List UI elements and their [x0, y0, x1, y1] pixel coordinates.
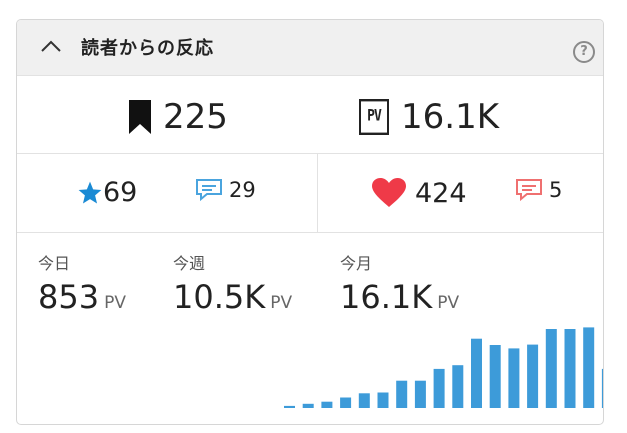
reactions-row: 69 29 424 5: [17, 154, 603, 233]
chart-bar: [545, 329, 557, 408]
comment-icon: [196, 179, 222, 202]
star-comment-count[interactable]: 29: [195, 177, 256, 203]
chart-bar: [452, 365, 464, 408]
card-title: 読者からの反応: [81, 38, 214, 59]
chart-bar: [527, 344, 539, 408]
summary-row: 225 PV 16.1K: [17, 76, 603, 154]
pv-icon: PV: [359, 99, 389, 135]
chart-bar: [396, 380, 408, 408]
chart-bar: [433, 368, 445, 408]
daily-pageview-chart: [284, 327, 603, 408]
chevron-up-icon[interactable]: [39, 38, 63, 54]
heart-icon: [372, 178, 406, 207]
chart-bar: [489, 345, 501, 408]
chart-bar: [471, 338, 482, 408]
chart-bar: [508, 348, 520, 408]
heart-comment-count-value: 5: [549, 178, 563, 202]
heart-comment-count[interactable]: 5: [515, 177, 562, 203]
chart-bar: [601, 368, 603, 408]
star-count-value: 69: [103, 177, 138, 208]
star-comment-count-value: 29: [229, 178, 256, 202]
chart-bar: [340, 397, 352, 408]
chart-bar: [564, 329, 576, 408]
heart-count[interactable]: 424: [371, 177, 467, 209]
chart-bar: [321, 401, 333, 408]
chart-bar: [284, 405, 295, 408]
card-header: 読者からの反応 ?: [17, 20, 603, 76]
bookmark-count[interactable]: 225: [129, 97, 228, 137]
star-count[interactable]: 69: [77, 177, 137, 208]
chart-bar: [358, 393, 370, 408]
chart-bar: [302, 403, 314, 408]
help-icon[interactable]: ?: [573, 41, 595, 63]
pageview-count-value: 16.1K: [401, 97, 499, 137]
bookmark-icon: [129, 100, 151, 134]
chart-bar: [583, 327, 595, 408]
star-icon: [78, 181, 102, 204]
reactions-divider: [317, 154, 318, 232]
bookmark-count-value: 225: [163, 97, 228, 137]
reader-reactions-card: 読者からの反応 ? 225 PV 16.1K 69 29 424 5 今日 85…: [16, 19, 604, 425]
heart-count-value: 424: [415, 177, 467, 209]
chart-bar: [414, 380, 426, 408]
chart-bar: [377, 392, 389, 408]
comment-icon: [516, 179, 542, 202]
pageview-count: PV 16.1K: [359, 97, 499, 137]
pageview-periods: 今日 853 PV 今週 10.5K PV 今月 16.1K PV: [17, 233, 603, 424]
